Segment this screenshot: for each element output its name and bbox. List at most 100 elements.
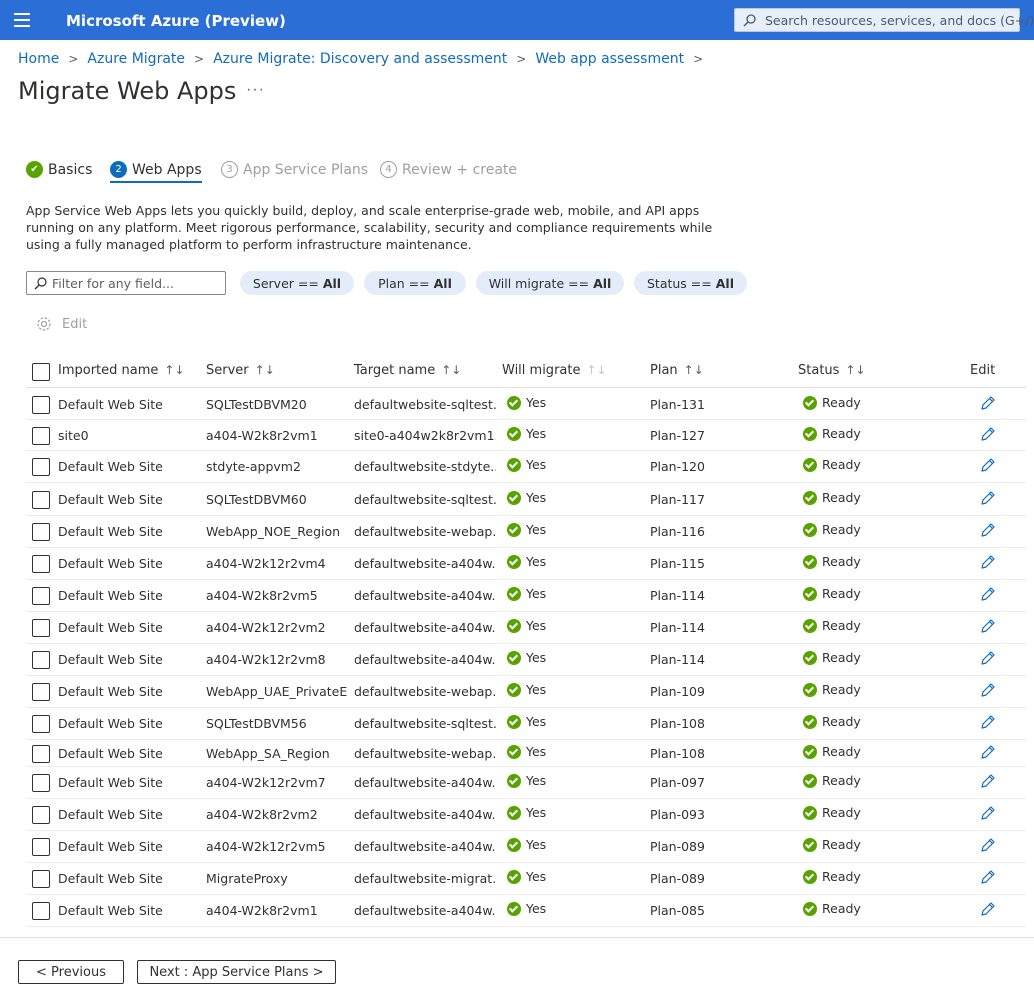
pencil-edit-icon[interactable] <box>980 650 996 666</box>
pencil-edit-icon[interactable] <box>980 744 996 760</box>
next-button[interactable]: Next : App Service Plans > <box>137 960 336 984</box>
row-checkbox[interactable] <box>32 745 50 763</box>
pencil-edit-icon[interactable] <box>980 586 996 602</box>
pill-value: All <box>715 275 734 291</box>
pencil-edit-icon[interactable] <box>980 901 996 917</box>
table-row[interactable]: site0 a404-W2k8r2vm1 site0-a404w2k8r2vm1..… <box>26 420 1026 451</box>
row-checkbox[interactable] <box>32 774 50 792</box>
table-row[interactable]: Default Web Site a404-W2k12r2vm7 defaultwe… <box>26 767 1026 799</box>
row-checkbox[interactable] <box>32 838 50 856</box>
chevron-right-icon: > <box>693 52 704 66</box>
sort-icon[interactable]: ↑↓ <box>441 363 461 377</box>
check-circle-icon: ✔ <box>26 161 43 178</box>
table-row[interactable]: Default Web Site a404-W2k12r2vm2 defaultwe… <box>26 612 1026 644</box>
global-search-input[interactable]: Search resources, services, and docs (G+… <box>734 8 1034 32</box>
target-name-cell: defaultwebsite-a404w... <box>354 556 496 571</box>
column-header-status[interactable]: Status ↑↓ <box>798 363 866 378</box>
edit-command-button[interactable]: Edit <box>36 316 87 332</box>
status-filter-pill[interactable]: Status == All <box>634 271 747 295</box>
target-name-cell: defaultwebsite-migrat... <box>354 871 496 886</box>
pencil-edit-icon[interactable] <box>980 837 996 853</box>
column-header-will-migrate[interactable]: Will migrate ↑↓ <box>502 363 607 378</box>
will-migrate-cell: Yes <box>526 901 547 916</box>
imported-name-cell: Default Web Site <box>58 620 163 635</box>
pencil-edit-icon[interactable] <box>980 773 996 789</box>
table-row[interactable]: Default Web Site SQLTestDBVM60 defaultwebs… <box>26 483 1026 516</box>
will-migrate-filter-pill[interactable]: Will migrate == All <box>476 271 624 295</box>
row-checkbox[interactable] <box>32 870 50 888</box>
tab-app-service-plans[interactable]: 3 App Service Plans <box>221 161 368 178</box>
tab-review-create[interactable]: 4 Review + create <box>380 161 517 178</box>
previous-button[interactable]: < Previous <box>18 960 124 984</box>
pill-value: All <box>593 275 612 291</box>
table-row[interactable]: Default Web Site SQLTestDBVM20 defaultwebs… <box>26 389 1026 420</box>
column-header-target-name[interactable]: Target name ↑↓ <box>354 363 461 378</box>
table-row[interactable]: Default Web Site WebApp_NOE_Region default… <box>26 516 1026 548</box>
sort-icon[interactable]: ↑↓ <box>684 363 704 377</box>
more-options-icon[interactable]: ··· <box>246 81 265 99</box>
pencil-edit-icon[interactable] <box>980 522 996 538</box>
table-row[interactable]: Default Web Site MigrateProxy defaultwebsi… <box>26 863 1026 895</box>
breadcrumb-web-app-assessment[interactable]: Web app assessment <box>535 51 684 67</box>
check-circle-icon <box>507 838 521 852</box>
portal-brand[interactable]: Microsoft Azure (Preview) <box>66 12 286 30</box>
breadcrumb-home[interactable]: Home <box>18 51 59 67</box>
check-circle-icon <box>507 870 521 884</box>
row-checkbox[interactable] <box>32 555 50 573</box>
server-cell: a404-W2k12r2vm7 <box>206 775 326 790</box>
pencil-edit-icon[interactable] <box>980 554 996 570</box>
sort-icon[interactable]: ↑↓ <box>164 363 184 377</box>
table-row[interactable]: Default Web Site SQLTestDBVM56 defaultwebs… <box>26 708 1026 740</box>
row-checkbox[interactable] <box>32 806 50 824</box>
row-checkbox[interactable] <box>32 587 50 605</box>
filter-input[interactable]: Filter for any field... <box>26 271 226 295</box>
pencil-edit-icon[interactable] <box>980 618 996 634</box>
pencil-edit-icon[interactable] <box>980 714 996 730</box>
row-checkbox[interactable] <box>32 619 50 637</box>
sort-icon[interactable]: ↑↓ <box>255 363 275 377</box>
pencil-edit-icon[interactable] <box>980 426 996 442</box>
column-label: Status <box>798 363 840 378</box>
hamburger-menu-icon[interactable] <box>14 13 30 27</box>
table-row[interactable]: Default Web Site a404-W2k8r2vm5 defaultweb… <box>26 580 1026 612</box>
row-checkbox[interactable] <box>32 458 50 476</box>
row-checkbox[interactable] <box>32 427 50 445</box>
server-filter-pill[interactable]: Server == All <box>240 271 354 295</box>
pencil-edit-icon[interactable] <box>980 490 996 506</box>
table-row[interactable]: Default Web Site stdyte-appvm2 defaultwebs… <box>26 451 1026 483</box>
table-row[interactable]: Default Web Site a404-W2k12r2vm8 defaultwe… <box>26 644 1026 676</box>
pencil-edit-icon[interactable] <box>980 457 996 473</box>
column-header-server[interactable]: Server ↑↓ <box>206 363 275 378</box>
table-row[interactable]: Default Web Site a404-W2k12r2vm5 defaultwe… <box>26 831 1026 863</box>
tab-basics[interactable]: ✔ Basics <box>26 161 92 178</box>
table-row[interactable]: Default Web Site a404-W2k8r2vm1 defaultweb… <box>26 895 1026 927</box>
row-checkbox[interactable] <box>32 683 50 701</box>
pencil-edit-icon[interactable] <box>980 395 996 411</box>
table-row[interactable]: Default Web Site WebApp_UAE_PrivateEP defa… <box>26 676 1026 708</box>
pencil-edit-icon[interactable] <box>980 869 996 885</box>
table-row[interactable]: Default Web Site a404-W2k8r2vm2 defaultweb… <box>26 799 1026 831</box>
select-all-checkbox[interactable] <box>32 363 50 381</box>
row-checkbox[interactable] <box>32 902 50 920</box>
row-checkbox[interactable] <box>32 396 50 414</box>
column-header-imported-name[interactable]: Imported name ↑↓ <box>58 363 185 378</box>
row-checkbox[interactable] <box>32 651 50 669</box>
pencil-edit-icon[interactable] <box>980 805 996 821</box>
breadcrumb-discovery-assessment[interactable]: Azure Migrate: Discovery and assessment <box>213 51 507 67</box>
check-circle-icon <box>507 745 521 759</box>
row-checkbox[interactable] <box>32 491 50 509</box>
breadcrumb-azure-migrate[interactable]: Azure Migrate <box>87 51 185 67</box>
row-checkbox[interactable] <box>32 715 50 733</box>
column-header-plan[interactable]: Plan ↑↓ <box>650 363 704 378</box>
check-circle-icon <box>803 651 817 665</box>
check-circle-icon <box>507 458 521 472</box>
table-row[interactable]: Default Web Site WebApp_SA_Region defaultw… <box>26 740 1026 767</box>
tab-web-apps[interactable]: 2 Web Apps <box>110 161 202 183</box>
sort-icon[interactable]: ↑↓ <box>845 363 865 377</box>
row-checkbox[interactable] <box>32 523 50 541</box>
pencil-edit-icon[interactable] <box>980 682 996 698</box>
chevron-right-icon: > <box>68 52 79 66</box>
plan-filter-pill[interactable]: Plan == All <box>364 271 466 295</box>
sort-icon[interactable]: ↑↓ <box>586 363 606 377</box>
table-row[interactable]: Default Web Site a404-W2k12r2vm4 defaultwe… <box>26 548 1026 580</box>
